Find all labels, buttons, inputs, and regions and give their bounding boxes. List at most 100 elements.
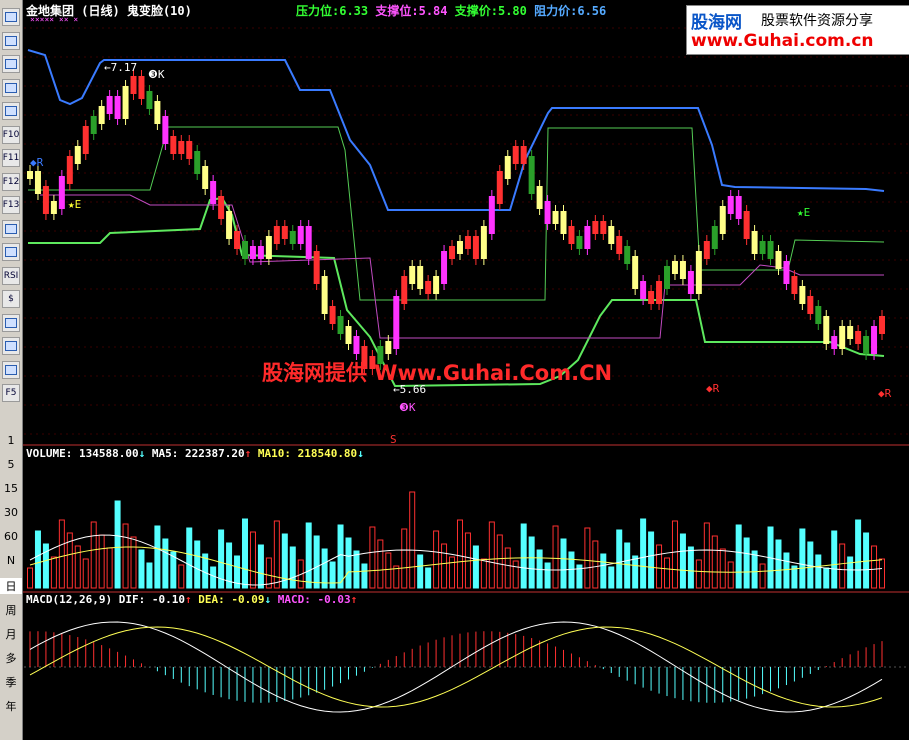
logo-url: www.Guhai.com.cn (691, 31, 874, 51)
candle-body (74, 146, 81, 164)
macd-bar-label: MACD: (277, 593, 311, 606)
candle-body (42, 186, 49, 214)
stock-icon[interactable]: $ (2, 290, 20, 308)
f13-icon[interactable]: F13 (2, 196, 20, 214)
volume-bar (178, 564, 185, 589)
volume-bar (98, 534, 105, 589)
volume-bar (90, 521, 97, 589)
resistance-value: 6.56 (577, 4, 607, 18)
volume-bar (361, 563, 368, 589)
volume-bar (735, 524, 742, 589)
f10-icon[interactable]: F10 (2, 125, 20, 144)
candle-body (130, 76, 137, 94)
candle-body (456, 241, 463, 254)
volume-bar (520, 523, 527, 589)
grid-icon[interactable] (2, 31, 20, 50)
high-price-annotation: ←7.17 (104, 61, 138, 74)
candle-body (584, 226, 591, 249)
volume-bar (847, 556, 854, 589)
pages-icon[interactable] (2, 102, 20, 120)
candle-body (743, 211, 750, 239)
volume-bar (815, 554, 822, 589)
candle-body (480, 226, 487, 259)
period-button-4[interactable]: 60 (0, 530, 22, 543)
candle-body (879, 316, 885, 334)
volume-bar (106, 547, 113, 589)
candle-body (759, 241, 766, 254)
volume-bar (496, 534, 503, 589)
search-icon[interactable] (2, 219, 20, 238)
macd-label: MACD(12,26,9) (26, 593, 113, 606)
candle-body (703, 241, 710, 259)
dif-value: -0.10 (151, 593, 185, 606)
candle-body (281, 226, 288, 239)
macd-header: MACD(12,26,9) DIF: -0.10↑ DEA: -0.09↓ MA… (26, 593, 357, 606)
volume-bar (377, 539, 384, 589)
f11-icon[interactable]: F11 (2, 149, 20, 167)
volume-bar (249, 531, 256, 589)
volume-bar (871, 545, 878, 589)
volume-bar (34, 530, 41, 589)
move-icon[interactable] (2, 313, 20, 332)
period-button-1[interactable]: 5 (0, 458, 22, 471)
dif-arrow: ↑ (184, 593, 192, 606)
period-button-6[interactable]: 日 (0, 578, 22, 594)
volume-bar (114, 500, 121, 589)
candle-body (393, 296, 400, 349)
export-icon[interactable] (2, 337, 20, 355)
volume-bar (703, 522, 710, 589)
signal-r-1-label: R (36, 156, 44, 169)
volume-bar (480, 558, 487, 589)
volume-bar (648, 531, 655, 589)
candle-body (528, 156, 535, 194)
period-button-8[interactable]: 月 (0, 626, 22, 642)
candle-body (664, 266, 671, 289)
candle-body (735, 196, 742, 219)
volume-bar (305, 522, 312, 589)
candle-body (114, 96, 121, 119)
volume-label: VOLUME: (26, 447, 73, 460)
candle-body (417, 266, 424, 289)
period-button-2[interactable]: 15 (0, 482, 22, 495)
volume-bar (799, 528, 806, 589)
table-icon[interactable] (2, 8, 20, 26)
candle-body (353, 336, 360, 354)
volume-bar (321, 548, 328, 589)
period-button-0[interactable]: 1 (0, 434, 22, 447)
candle-body (616, 236, 623, 254)
f12-icon[interactable]: F12 (2, 172, 20, 191)
volume-bar (879, 558, 885, 589)
candle-body (154, 101, 161, 124)
candle-body (329, 306, 336, 324)
candle-body (783, 261, 790, 284)
candle-body (58, 176, 65, 209)
site-logo: 股海网 股票软件资源分享 www.Guhai.com.cn (686, 5, 909, 55)
period-button-7[interactable]: 周 (0, 602, 22, 618)
candle-body (385, 341, 392, 354)
period-button-3[interactable]: 30 (0, 506, 22, 519)
candle-body (146, 91, 153, 109)
macd-bar-value: -0.03 (317, 593, 351, 606)
period-button-9[interactable]: 多 (0, 650, 22, 666)
rsi-icon[interactable]: RSI (2, 266, 20, 285)
dea-value: -0.09 (231, 593, 265, 606)
volume-bar (504, 547, 511, 589)
candle-body (608, 226, 615, 244)
period-button-11[interactable]: 年 (0, 698, 22, 714)
f5-icon[interactable]: F5 (2, 384, 20, 402)
pencil-icon[interactable] (2, 360, 20, 379)
pressure-value: 6.33 (339, 4, 369, 18)
candle-body (464, 236, 471, 249)
period-button-10[interactable]: 季 (0, 674, 22, 690)
candle-body (807, 296, 814, 314)
candle-body (305, 226, 312, 259)
volume-bar (640, 518, 647, 589)
line-chart-icon[interactable] (2, 55, 20, 73)
kline-icon[interactable] (2, 78, 20, 97)
signal-k-1-label: K (157, 68, 165, 81)
volume-bar (472, 545, 479, 589)
bar-chart-icon[interactable] (2, 243, 20, 261)
period-button-5[interactable]: N (0, 554, 22, 567)
candle-body (321, 276, 328, 314)
left-toolbar: F10 F11 F12 F13 RSI $ F5 1 5 15 30 60 N 日周月多季年 (0, 0, 23, 740)
